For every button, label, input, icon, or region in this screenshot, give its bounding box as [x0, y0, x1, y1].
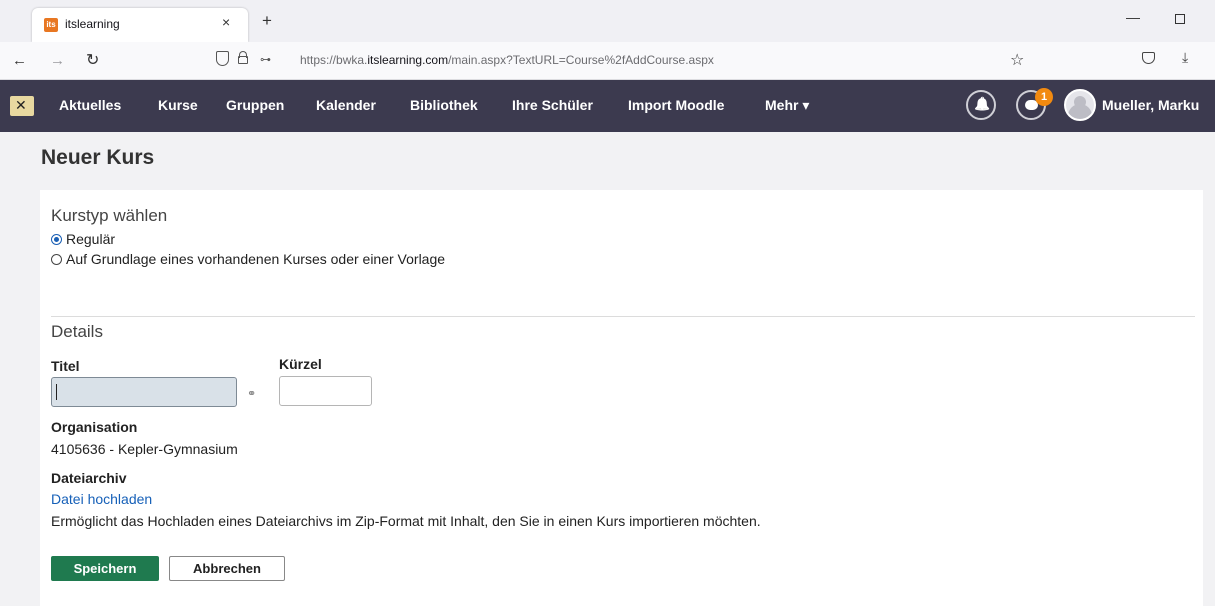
forward-arrow-icon[interactable]: →	[50, 52, 65, 69]
nav-ihre-schueler[interactable]: Ihre Schüler	[512, 97, 593, 113]
details-heading: Details	[51, 322, 103, 341]
title-input[interactable]	[51, 377, 237, 407]
download-icon[interactable]: ⤓	[1182, 49, 1188, 66]
back-arrow-icon[interactable]: ←	[12, 52, 27, 69]
browser-tab[interactable]: its itslearning ×	[32, 8, 248, 42]
nav-kalender[interactable]: Kalender	[316, 97, 376, 113]
browser-nav-bar: ← → ↻ ⊶ https://bwka.itslearning.com/mai…	[0, 42, 1215, 80]
short-label: Kürzel	[279, 356, 322, 372]
nav-aktuelles[interactable]: Aktuelles	[59, 97, 121, 113]
organisation-value: 4105636 - Kepler-Gymnasium	[51, 441, 238, 457]
nav-import-moodle[interactable]: Import Moodle	[628, 97, 724, 113]
avatar[interactable]	[1064, 89, 1096, 121]
radio-checked-icon[interactable]	[51, 234, 62, 245]
link-icon[interactable]: ⚭	[247, 387, 256, 400]
divider	[51, 316, 1195, 317]
notifications-bell-icon[interactable]	[966, 90, 996, 120]
radio-unchecked-icon[interactable]	[51, 254, 62, 265]
course-type-heading: Kurstyp wählen	[51, 206, 168, 225]
new-course-form: Kurstyp wählen Regulär Auf Grundlage ein…	[40, 190, 1203, 606]
shield-icon[interactable]	[216, 51, 229, 66]
nav-bibliothek[interactable]: Bibliothek	[410, 97, 478, 113]
user-name[interactable]: Mueller, Marku	[1102, 97, 1199, 113]
permissions-icon[interactable]: ⊶	[260, 53, 271, 66]
save-button[interactable]: Speichern	[51, 556, 159, 581]
tab-close-icon[interactable]: ×	[222, 14, 230, 30]
new-tab-icon[interactable]: +	[262, 11, 272, 31]
archive-help-text: Ermöglicht das Hochladen eines Dateiarch…	[51, 513, 761, 529]
maximize-icon[interactable]	[1175, 14, 1185, 24]
tab-title: itslearning	[65, 17, 120, 31]
app-header: Aktuelles Kurse Gruppen Kalender Bibliot…	[0, 80, 1215, 132]
reload-icon[interactable]: ↻	[86, 50, 99, 70]
url-text[interactable]: https://bwka.itslearning.com/main.aspx?T…	[300, 53, 714, 67]
radio-from-template[interactable]: Auf Grundlage eines vorhandenen Kurses o…	[51, 251, 445, 267]
minimize-icon[interactable]: —	[1126, 9, 1140, 25]
browser-tab-bar: its itslearning × + —	[0, 0, 1215, 42]
itslearning-favicon-icon: its	[44, 18, 58, 32]
archive-label: Dateiarchiv	[51, 470, 127, 486]
message-count-badge: 1	[1035, 88, 1053, 106]
page-title: Neuer Kurs	[41, 146, 155, 169]
title-label: Titel	[51, 358, 80, 374]
short-name-input[interactable]	[279, 376, 372, 406]
organisation-label: Organisation	[51, 419, 138, 435]
nav-gruppen[interactable]: Gruppen	[226, 97, 284, 113]
address-bar[interactable]: ⊶ https://bwka.itslearning.com/main.aspx…	[210, 46, 1040, 74]
bookmark-star-icon[interactable]: ☆	[1010, 50, 1024, 70]
nav-mehr[interactable]: Mehr ▾	[765, 97, 809, 114]
pocket-icon[interactable]	[1142, 52, 1155, 64]
school-logo-icon[interactable]	[10, 96, 34, 116]
upload-file-link[interactable]: Datei hochladen	[51, 491, 152, 507]
radio-regular[interactable]: Regulär	[51, 231, 115, 247]
lock-icon[interactable]	[238, 51, 248, 64]
cancel-button[interactable]: Abbrechen	[169, 556, 285, 581]
nav-kurse[interactable]: Kurse	[158, 97, 198, 113]
